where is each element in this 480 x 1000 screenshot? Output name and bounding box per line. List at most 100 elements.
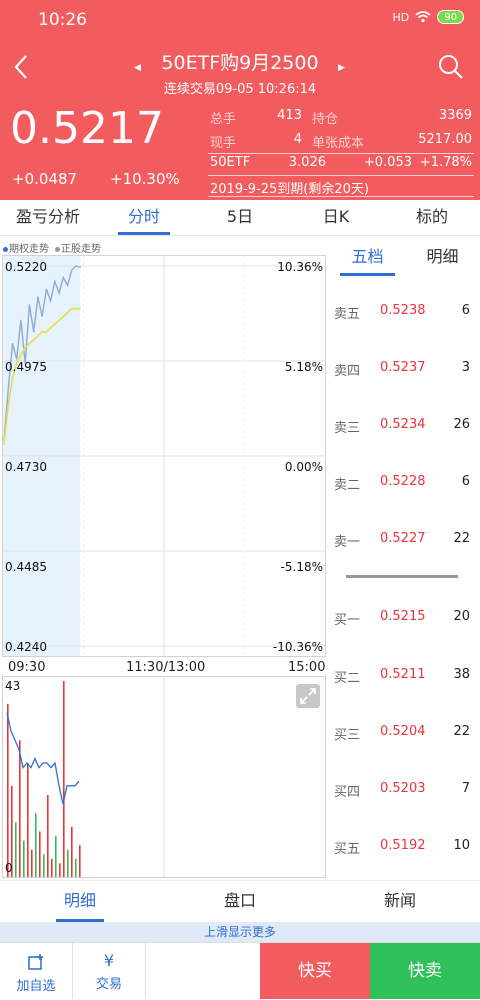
series-point [58, 319, 60, 321]
volume-bar [23, 840, 25, 877]
series-point [41, 315, 43, 318]
series-point [54, 323, 56, 325]
volume-bar [55, 835, 57, 877]
bid-row: 买一 0.5215 20 [334, 609, 470, 628]
underlying-name: 50ETF [210, 155, 251, 170]
x-tick: 15:00 [288, 660, 326, 675]
yen-icon: ¥ [103, 951, 115, 970]
bid-row: 买二 0.5211 38 [334, 667, 470, 686]
ask-row: 卖二 0.5228 6 [334, 474, 470, 493]
divider [208, 196, 474, 197]
series-point [20, 319, 22, 321]
battery-icon: 90 [437, 10, 464, 24]
series-point [28, 342, 31, 345]
tab-daily-k[interactable]: 日K [288, 200, 384, 235]
y-tick-left: 0.4975 [5, 360, 47, 374]
tab-five-levels[interactable]: 五档 [330, 240, 405, 276]
quick-sell-button[interactable]: 快卖 [370, 943, 480, 999]
status-icons: HD 90 [393, 10, 464, 24]
volume-bar [59, 863, 61, 877]
volume-bar [51, 858, 53, 877]
price-change-pct: +10.30% [110, 170, 180, 188]
stat-label: 单张成本 [312, 136, 365, 151]
trade-status: 连续交易09-05 10:26:14 [163, 82, 317, 97]
ask-row: 卖五 0.5238 6 [334, 303, 470, 322]
x-tick: 11:30/13:00 [126, 660, 206, 675]
tab-5day[interactable]: 5日 [192, 200, 288, 235]
add-watchlist-icon [28, 954, 43, 970]
price-chart[interactable]: 0.5220 0.4975 0.4730 0.4485 0.4240 10.36… [2, 255, 326, 657]
swipe-up-hint[interactable]: 上滑显示更多 [0, 922, 480, 942]
series-point [45, 331, 47, 333]
stat-value: 4 [293, 132, 302, 147]
series-point [71, 308, 73, 310]
signal-label: HD [392, 10, 410, 24]
series-point [66, 311, 69, 314]
y-tick-right: 10.36% [277, 260, 323, 274]
divider [208, 175, 474, 176]
volume-avg-line [6, 712, 80, 805]
series-point [37, 296, 39, 298]
volume-bar [47, 794, 49, 877]
ask-row: 卖三 0.5234 26 [334, 417, 470, 436]
volume-bar [7, 703, 9, 877]
add-watchlist-button[interactable]: 加自选 [0, 943, 73, 999]
volume-bar [27, 763, 29, 877]
y-tick-right: -5.18% [280, 560, 323, 574]
divider [208, 153, 474, 154]
volume-bar [39, 831, 41, 877]
orderbook-divider [346, 575, 458, 578]
stat-label: 现手 [210, 136, 237, 151]
series-point [45, 288, 47, 290]
underlying-price: 3.026 [288, 155, 326, 170]
series-point [62, 277, 64, 279]
tab-pnl-analysis[interactable]: 盈亏分析 [0, 200, 96, 235]
ask-row: 卖四 0.5237 3 [334, 360, 470, 379]
underlying-change: +0.053 [363, 155, 412, 170]
tab-news[interactable]: 新闻 [320, 881, 480, 922]
series-point [54, 280, 56, 283]
y-tick-right: 5.18% [284, 360, 323, 374]
quick-buy-button[interactable]: 快买 [260, 943, 370, 999]
series-point [28, 304, 31, 306]
series-point [75, 308, 77, 310]
price-change: +0.0487 [12, 170, 78, 188]
contract-title: 50ETF购9月2500 [161, 52, 319, 74]
expiry-info: 2019-9-25到期(剩余20天) [210, 182, 369, 197]
underlying-pct: +1.78% [419, 155, 472, 170]
series-point [3, 443, 5, 445]
tab-details[interactable]: 明细 [405, 240, 480, 276]
series-point [66, 284, 69, 286]
tab-market-depth[interactable]: 盘口 [160, 881, 320, 922]
series-point [62, 315, 64, 318]
trade-button[interactable]: ¥ 交易 [73, 943, 146, 999]
ask-row: 卖一 0.5227 22 [334, 531, 470, 550]
stat-value: 5217.00 [418, 132, 472, 147]
volume-chart-svg [6, 677, 165, 877]
y-tick-left: 0.4730 [5, 460, 47, 474]
stat-label: 总手 [210, 112, 237, 127]
volume-bar [19, 740, 21, 877]
volume-bar [63, 681, 65, 877]
expand-icon[interactable] [296, 684, 320, 708]
series-point [7, 404, 9, 407]
volume-bar [43, 854, 45, 877]
bid-row: 买三 0.5204 22 [334, 724, 470, 743]
series-point [33, 331, 35, 333]
action-bar: 加自选 ¥ 交易 快买 快卖 [0, 942, 480, 999]
series-point [71, 269, 73, 271]
volume-chart[interactable]: 43 0 [2, 676, 326, 878]
series-point [75, 265, 77, 267]
y-tick-left: 0.5220 [5, 260, 47, 274]
volume-bar [79, 845, 81, 877]
stat-value: 3369 [438, 108, 472, 123]
tab-trade-details[interactable]: 明细 [0, 881, 160, 922]
series-point [50, 327, 52, 329]
tab-intraday[interactable]: 分时 [96, 200, 192, 235]
series-point [37, 335, 39, 337]
volume-bar [35, 813, 37, 877]
y-tick-right: -10.36% [272, 640, 323, 654]
tab-underlying[interactable]: 标的 [384, 200, 480, 235]
bid-row: 买四 0.5203 7 [334, 781, 470, 800]
